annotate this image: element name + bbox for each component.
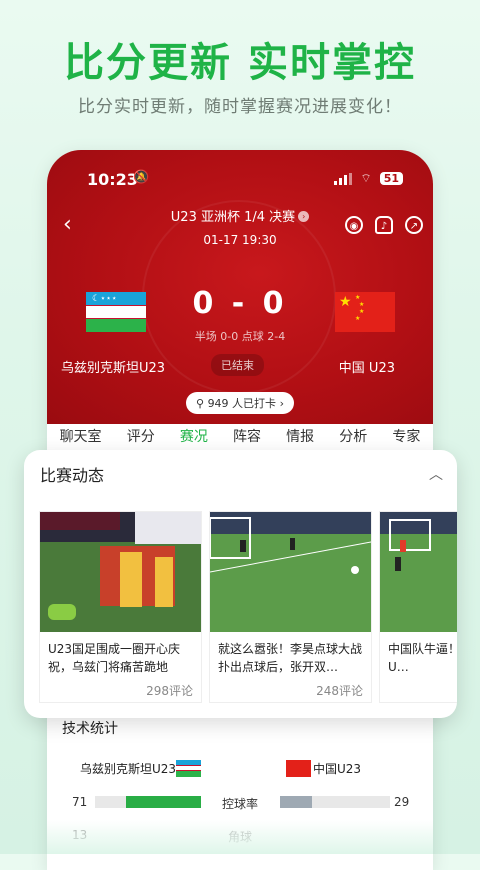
stat-away-value: 29 — [394, 795, 410, 809]
tab-lineup[interactable]: 阵容 — [233, 426, 261, 446]
home-team-name[interactable]: 乌兹别克斯坦U23 — [61, 357, 165, 376]
stats-title: 技术统计 — [62, 721, 118, 737]
checkin-label: 949 人已打卡 — [207, 397, 277, 410]
promo-headline: 比分更新 实时掌控 — [64, 40, 416, 86]
tab-analysis[interactable]: 分析 — [339, 426, 367, 446]
match-datetime: 01-17 19:30 — [203, 233, 277, 247]
status-icons: ⌔ 51 — [334, 171, 403, 186]
highlights-panel: 比赛动态 ︿ U23国足围成一圈开心庆祝，乌兹门将痛苦跪地 298评论 就这么嚣… — [24, 450, 457, 718]
promo-subline: 比分实时更新，随时掌握赛况进展变化！ — [78, 97, 402, 117]
highlights-carousel[interactable]: U23国足围成一圈开心庆祝，乌兹门将痛苦跪地 298评论 就这么嚣张！李昊点球大… — [39, 511, 457, 703]
stats-away-flag — [286, 760, 311, 777]
stat-away-bar — [280, 796, 390, 808]
tab-chatroom[interactable]: 聊天室 — [60, 426, 102, 446]
battery-icon: 51 — [379, 172, 403, 185]
checkin-button[interactable]: ⚲ 949 人已打卡 › — [186, 392, 294, 414]
bell-icon[interactable]: ♪ — [375, 216, 393, 234]
stat-home-bar — [95, 796, 201, 808]
chevron-up-icon[interactable]: ︿ — [429, 464, 443, 484]
target-icon[interactable]: ◉ — [345, 216, 363, 234]
tab-rating[interactable]: 评分 — [127, 426, 155, 446]
highlight-comments: 248评论 — [316, 684, 363, 698]
highlight-comments: 298评论 — [146, 684, 193, 698]
status-time: 10:23 — [87, 170, 138, 189]
chevron-right-icon: › — [298, 211, 310, 222]
match-title: U23 亚洲杯 1/4 决赛 — [170, 210, 296, 225]
away-team-name[interactable]: 中国 U23 — [339, 357, 395, 376]
stats-home-team: 乌兹别克斯坦U23 — [80, 762, 177, 776]
score-detail: 半场 0-0 点球 2-4 — [194, 330, 286, 343]
stat-away-fill — [280, 796, 312, 808]
match-state-badge: 已结束 — [211, 354, 264, 376]
highlight-text: 中国队牛逼！制胜点球，U… — [388, 642, 457, 674]
tab-bar: 聊天室 评分 赛况 阵容 情报 分析 专家 — [47, 426, 433, 446]
wifi-icon: ⌔ — [360, 171, 372, 185]
stat-home-fill — [125, 796, 201, 808]
match-header: 10:23 🔕 ⌔ 51 ‹ U23 亚洲杯 1/4 决赛 › 01-17 19:… — [47, 150, 433, 424]
video-thumbnail — [380, 512, 457, 632]
header-actions: ◉ ♪ ↗ — [345, 216, 423, 234]
tab-intel[interactable]: 情报 — [286, 426, 314, 446]
tab-live[interactable]: 赛况 — [180, 426, 208, 446]
away-flag: ★ ★ ★ ★ ★ — [335, 292, 395, 332]
stat-label: 控球率 — [222, 797, 259, 811]
mute-icon: 🔕 — [133, 170, 150, 185]
video-thumbnail — [40, 512, 201, 632]
highlight-card[interactable]: 就这么嚣张！李昊点球大战扑出点球后，张开双… 248评论 — [209, 511, 372, 703]
highlight-card[interactable]: U23国足围成一圈开心庆祝，乌兹门将痛苦跪地 298评论 — [39, 511, 202, 703]
bottom-fade — [47, 820, 433, 854]
highlight-text: U23国足围成一圈开心庆祝，乌兹门将痛苦跪地 — [48, 642, 181, 674]
share-icon[interactable]: ↗ — [405, 216, 423, 234]
tab-experts[interactable]: 专家 — [392, 426, 420, 446]
highlight-text: 就这么嚣张！李昊点球大战扑出点球后，张开双… — [218, 642, 363, 674]
stat-home-value: 71 — [72, 795, 88, 809]
stats-home-flag — [176, 760, 201, 777]
signal-icon — [334, 172, 353, 185]
highlights-title: 比赛动态 — [40, 466, 105, 485]
video-thumbnail — [210, 512, 371, 632]
highlight-card[interactable]: 中国队牛逼！制胜点球，U… — [379, 511, 457, 703]
chevron-right-icon: › — [279, 397, 284, 410]
stats-away-team: 中国U23 — [313, 762, 362, 776]
location-icon: ⚲ — [196, 397, 205, 410]
